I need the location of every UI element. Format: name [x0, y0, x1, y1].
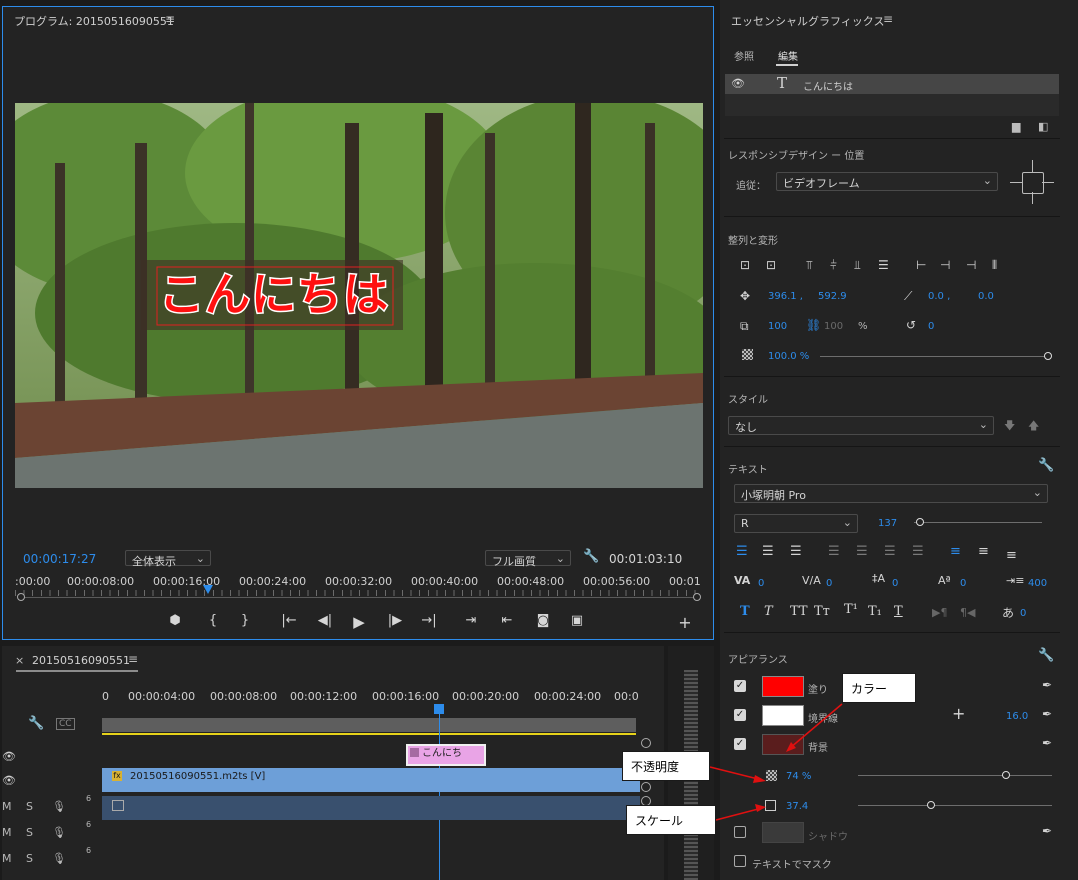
callout-opacity: 不透明度 — [622, 751, 710, 781]
callout-arrows — [709, 703, 843, 821]
callout-scale: スケール — [626, 805, 716, 835]
callout-color: カラー — [842, 673, 916, 703]
